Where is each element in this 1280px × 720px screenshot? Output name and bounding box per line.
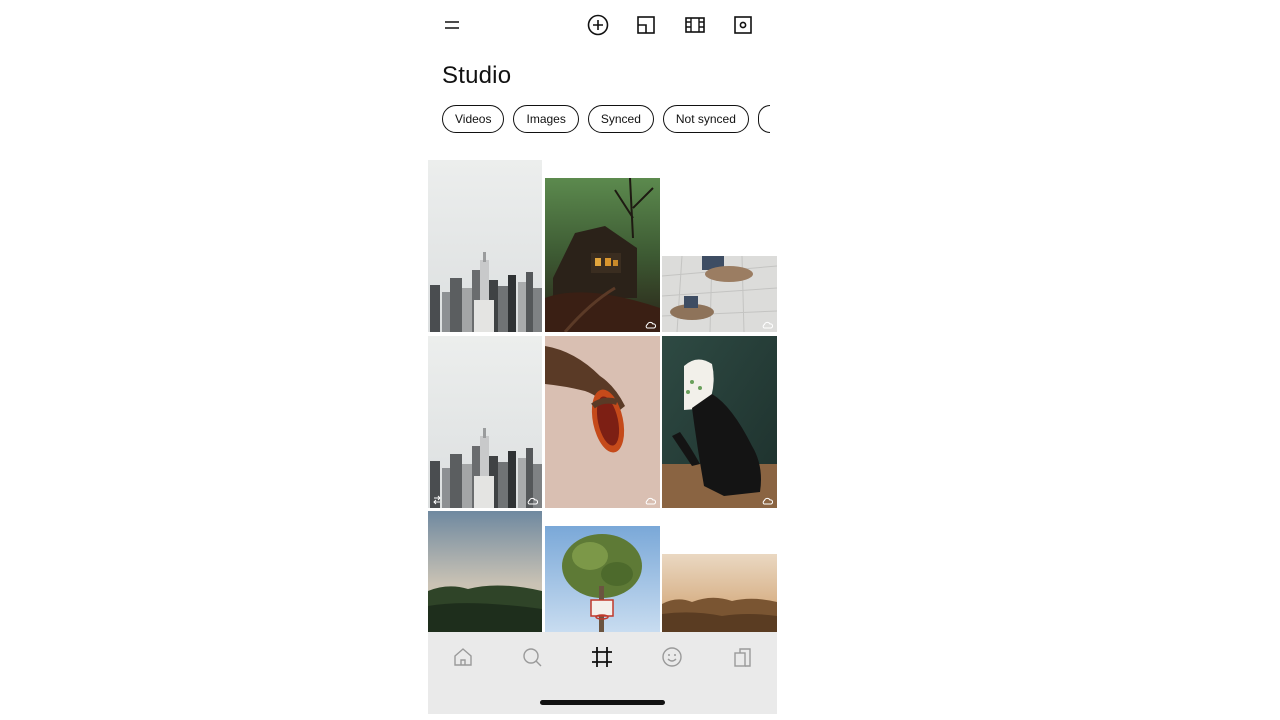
filter-chip-videos[interactable]: Videos: [442, 105, 505, 133]
menu-icon[interactable]: [440, 13, 464, 37]
forest-horizon-photo[interactable]: [428, 511, 542, 632]
filter-chips: Videos Images Synced Not synced: [442, 105, 777, 135]
filter-chip-more[interactable]: [757, 105, 770, 133]
library-icon[interactable]: [731, 646, 753, 668]
haunted-house-photo[interactable]: [545, 178, 660, 332]
shoes-on-pavement-photo[interactable]: [662, 256, 777, 332]
city-skyline-photo[interactable]: [428, 160, 542, 332]
person-with-veil-photo[interactable]: [662, 336, 777, 508]
page-title: Studio: [442, 62, 512, 89]
home-icon[interactable]: [452, 646, 474, 668]
hand-holding-fruit-photo[interactable]: [545, 336, 660, 508]
top-toolbar: [428, 0, 777, 50]
home-indicator: [540, 700, 665, 705]
add-icon[interactable]: [586, 13, 610, 37]
layout-icon[interactable]: [634, 13, 658, 37]
frame-icon[interactable]: [591, 646, 613, 668]
bottom-nav: [428, 632, 777, 714]
filter-chip-synced[interactable]: Synced: [587, 105, 654, 133]
film-icon[interactable]: [683, 13, 707, 37]
phone-screen: Studio Videos Images Synced Not synced: [428, 0, 777, 714]
search-icon[interactable]: [521, 646, 543, 668]
capture-icon[interactable]: [731, 13, 755, 37]
sunset-clouds-photo[interactable]: [662, 554, 777, 632]
tree-basketball-hoop-photo[interactable]: [545, 526, 660, 632]
filter-chip-not-synced[interactable]: Not synced: [662, 105, 749, 133]
city-skyline-photo-2[interactable]: [428, 336, 542, 508]
smiley-icon[interactable]: [661, 646, 683, 668]
filter-chip-images[interactable]: Images: [513, 105, 579, 133]
media-grid: [428, 160, 777, 714]
